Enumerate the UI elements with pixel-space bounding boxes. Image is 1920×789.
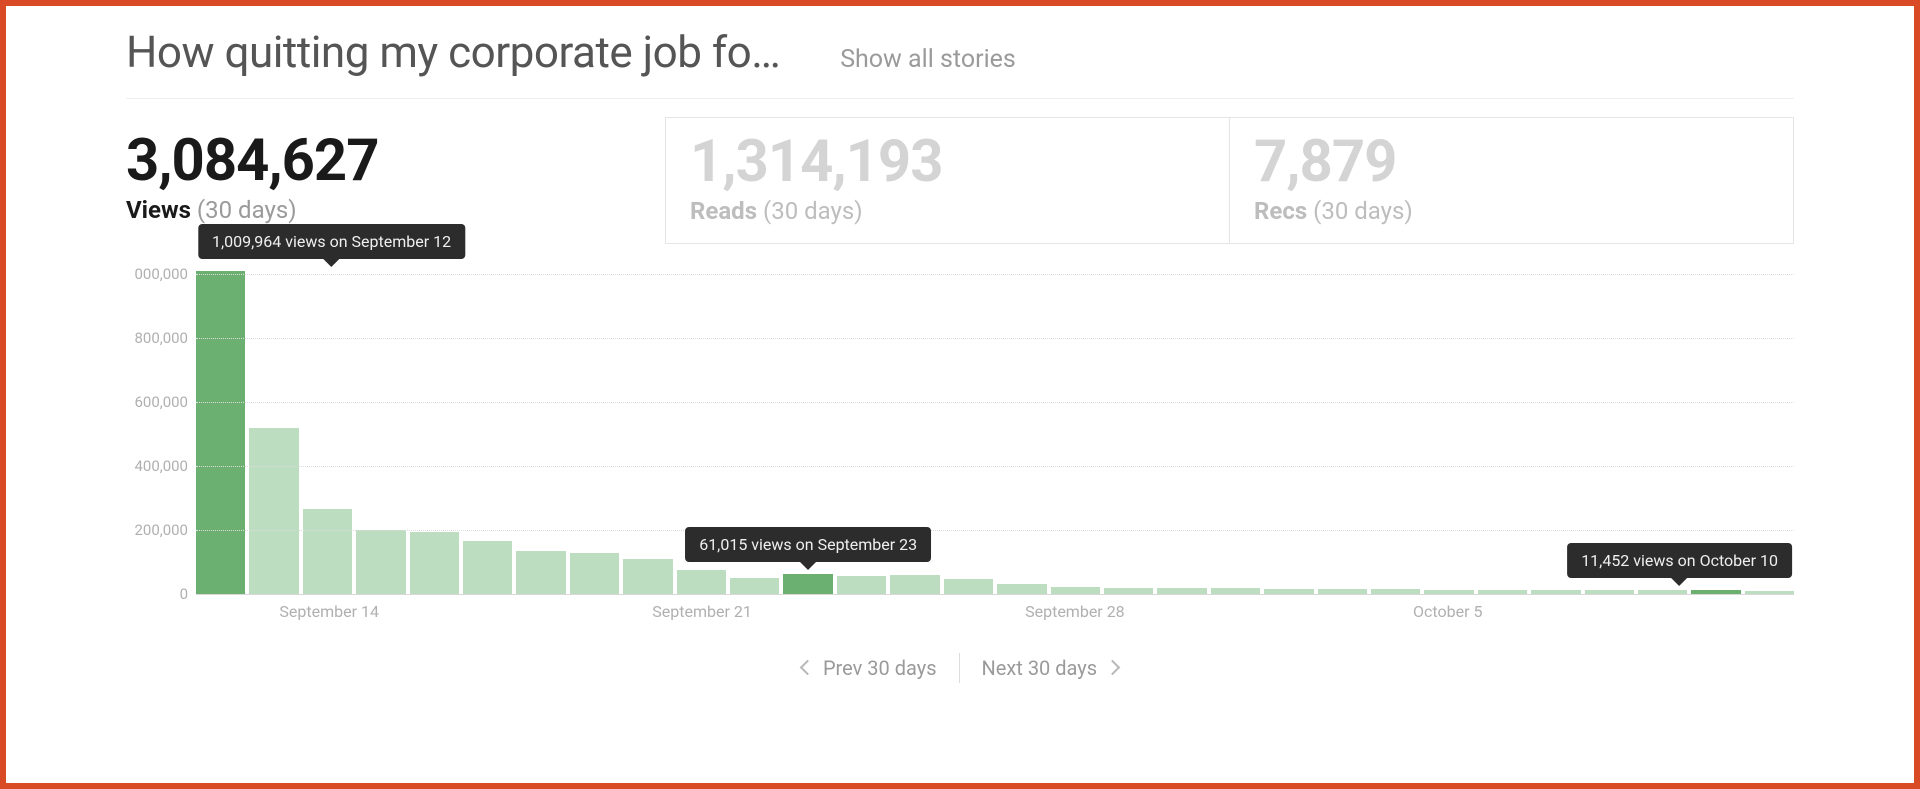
metric-label-period: (30 days) bbox=[763, 197, 863, 225]
x-tick-label: September 21 bbox=[652, 602, 752, 621]
chart-gridline bbox=[196, 530, 1794, 531]
chart-bars bbox=[196, 274, 1794, 594]
y-tick-label: 600,000 bbox=[134, 393, 188, 411]
prev-label: Prev 30 days bbox=[823, 656, 937, 680]
metric-label-period: (30 days) bbox=[1313, 197, 1413, 225]
chart-bar[interactable] bbox=[730, 578, 779, 594]
chart-bar[interactable] bbox=[890, 575, 939, 594]
y-tick-label: 800,000 bbox=[134, 329, 188, 347]
metric-label: Reads (30 days) bbox=[690, 197, 1205, 225]
next-label: Next 30 days bbox=[982, 656, 1098, 680]
metric-card-reads[interactable]: 1,314,193 Reads (30 days) bbox=[665, 117, 1230, 244]
chart-bar[interactable] bbox=[356, 530, 405, 594]
chart-gridline bbox=[196, 402, 1794, 403]
chart-bar[interactable] bbox=[570, 553, 619, 594]
date-pager: Prev 30 days Next 30 days bbox=[126, 652, 1794, 684]
chart-bar[interactable] bbox=[516, 551, 565, 594]
chart-bar[interactable] bbox=[944, 579, 993, 594]
y-tick-label: 400,000 bbox=[134, 457, 188, 475]
y-tick-label: 0 bbox=[180, 585, 188, 603]
y-tick-label: 200,000 bbox=[134, 521, 188, 539]
chart-bar[interactable] bbox=[677, 570, 726, 594]
header-row: How quitting my corporate job fo… Show a… bbox=[126, 26, 1794, 99]
show-all-stories-link[interactable]: Show all stories bbox=[840, 45, 1016, 74]
metric-value: 3,084,627 bbox=[126, 131, 641, 192]
views-chart: 0200,000400,000600,000800,000000,0001,00… bbox=[126, 274, 1794, 634]
x-tick-label: September 14 bbox=[279, 602, 379, 621]
story-title[interactable]: How quitting my corporate job fo… bbox=[126, 26, 780, 78]
chart-bar[interactable] bbox=[196, 271, 245, 594]
metric-value: 1,314,193 bbox=[690, 132, 1205, 193]
chart-tooltip: 61,015 views on September 23 bbox=[685, 527, 931, 562]
chart-bar[interactable] bbox=[837, 576, 886, 594]
chart-bar[interactable] bbox=[623, 559, 672, 594]
metric-label-period: (30 days) bbox=[197, 196, 297, 224]
prev-30-days-button[interactable]: Prev 30 days bbox=[780, 652, 959, 684]
next-30-days-button[interactable]: Next 30 days bbox=[960, 652, 1141, 684]
metric-card-recs[interactable]: 7,879 Recs (30 days) bbox=[1230, 117, 1794, 244]
metric-label-name: Reads bbox=[690, 197, 757, 225]
chart-gridline bbox=[196, 466, 1794, 467]
metric-label: Recs (30 days) bbox=[1254, 197, 1769, 225]
chart-bar[interactable] bbox=[997, 584, 1046, 594]
chart-tooltip: 1,009,964 views on September 12 bbox=[198, 224, 465, 259]
x-tick-label: September 28 bbox=[1025, 602, 1125, 621]
chart-bar[interactable] bbox=[303, 509, 352, 594]
chart-gridline bbox=[196, 338, 1794, 339]
chart-bar[interactable] bbox=[463, 541, 512, 594]
metric-label: Views (30 days) bbox=[126, 196, 641, 224]
stats-panel: How quitting my corporate job fo… Show a… bbox=[0, 0, 1920, 789]
chart-plot-area: 0200,000400,000600,000800,000000,0001,00… bbox=[196, 274, 1794, 594]
y-tick-label: 000,000 bbox=[134, 265, 188, 283]
chart-bar[interactable] bbox=[249, 428, 298, 594]
chevron-right-icon bbox=[1105, 660, 1121, 676]
metric-value: 7,879 bbox=[1254, 132, 1769, 193]
chart-tooltip: 11,452 views on October 10 bbox=[1567, 543, 1792, 578]
chart-bar[interactable] bbox=[1051, 587, 1100, 594]
chart-bar[interactable] bbox=[783, 574, 832, 594]
chart-bar[interactable] bbox=[410, 532, 459, 594]
metric-label-name: Views bbox=[126, 196, 191, 224]
chart-x-ticks: September 14 September 21 September 28 Octo… bbox=[196, 594, 1794, 634]
chevron-left-icon bbox=[800, 660, 816, 676]
metric-label-name: Recs bbox=[1254, 197, 1307, 225]
chart-gridline bbox=[196, 274, 1794, 275]
x-tick-label: October 5 bbox=[1413, 602, 1482, 621]
